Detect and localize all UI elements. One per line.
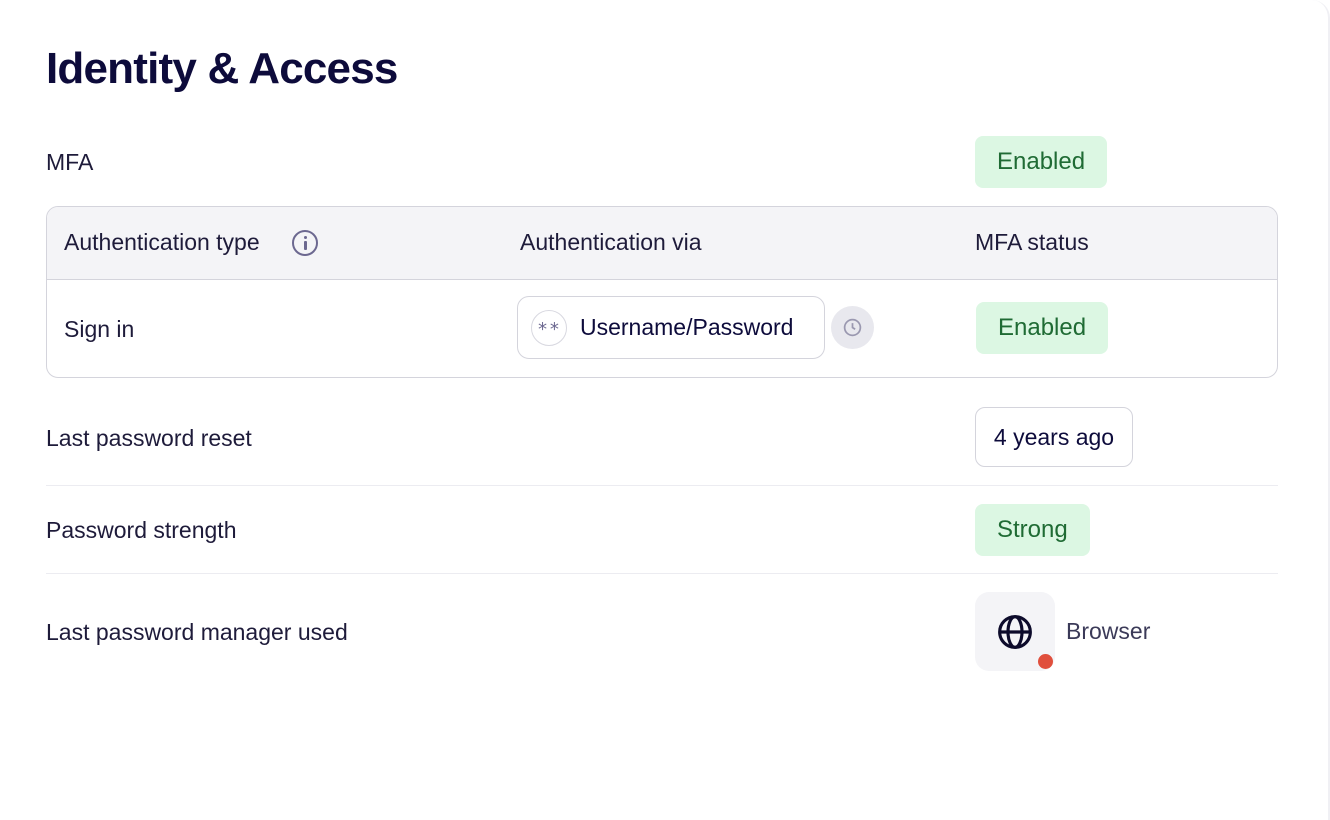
- password-strength-label: Password strength: [46, 517, 237, 543]
- table-header: Authentication type Authentication via M…: [47, 207, 1277, 280]
- mfa-status-badge: Enabled: [975, 136, 1108, 188]
- header-authentication-type: Authentication type: [64, 229, 260, 255]
- password-strength-badge: Strong: [975, 504, 1090, 556]
- mfa-label: MFA: [46, 149, 94, 175]
- identity-access-card: Identity & Access MFA Enabled Authentica…: [0, 0, 1330, 820]
- header-authentication-via: Authentication via: [520, 229, 702, 255]
- status-dot: [1038, 654, 1053, 669]
- header-mfa-status: MFA status: [975, 229, 1089, 255]
- mfa-status-cell-badge: Enabled: [976, 302, 1109, 354]
- last-password-reset-value: 4 years ago: [975, 407, 1133, 467]
- auth-method-label: Username/Password: [580, 314, 794, 340]
- globe-icon: [998, 615, 1032, 649]
- info-icon[interactable]: [292, 230, 318, 256]
- page-title: Identity & Access: [46, 44, 398, 93]
- password-manager-name: Browser: [1066, 618, 1151, 644]
- history-button[interactable]: [831, 306, 874, 349]
- asterisks-key-icon: **: [531, 310, 567, 346]
- auth-method-chip[interactable]: ** Username/Password: [517, 296, 825, 359]
- auth-type-cell: Sign in: [64, 316, 135, 342]
- last-password-reset-label: Last password reset: [46, 425, 252, 451]
- password-manager-label: Last password manager used: [46, 619, 348, 645]
- row-divider: [46, 485, 1278, 486]
- clock-icon: [843, 318, 862, 337]
- row-divider: [46, 573, 1278, 574]
- authentication-table: Authentication type Authentication via M…: [46, 206, 1278, 378]
